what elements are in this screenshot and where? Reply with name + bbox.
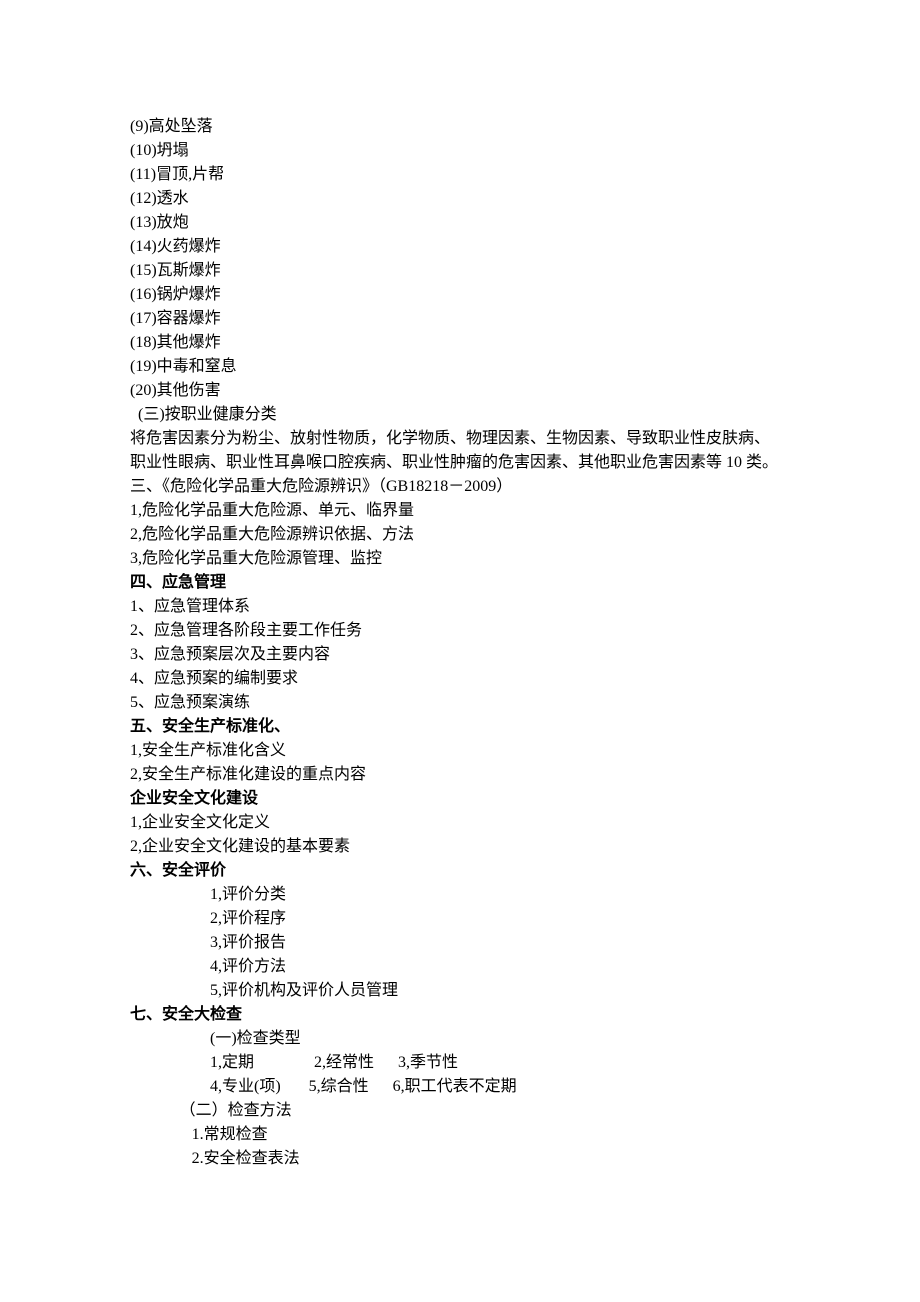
text-line: 1.常规检查 <box>130 1123 790 1147</box>
text-line: 1,安全生产标准化含义 <box>130 739 790 763</box>
text-line: 5,评价机构及评价人员管理 <box>130 979 790 1003</box>
text-line: (16)锅炉爆炸 <box>130 283 790 307</box>
text-line: 3,评价报告 <box>130 931 790 955</box>
text-line: 1,评价分类 <box>130 883 790 907</box>
text-line: (13)放炮 <box>130 211 790 235</box>
text-line: 七、安全大检查 <box>130 1003 790 1027</box>
text-line: (12)透水 <box>130 187 790 211</box>
text-line: 3,危险化学品重大危险源管理、监控 <box>130 547 790 571</box>
text-line: 职业性眼病、职业性耳鼻喉口腔疾病、职业性肿瘤的危害因素、其他职业危害因素等 10… <box>130 451 790 475</box>
text-line: 五、安全生产标准化、 <box>130 715 790 739</box>
text-line: 4、应急预案的编制要求 <box>130 667 790 691</box>
text-line: 1,企业安全文化定义 <box>130 811 790 835</box>
text-line: 1,危险化学品重大危险源、单元、临界量 <box>130 499 790 523</box>
text-line: 3、应急预案层次及主要内容 <box>130 643 790 667</box>
text-line: (11)冒顶,片帮 <box>130 163 790 187</box>
text-line: 1,定期 2,经常性 3,季节性 <box>130 1051 790 1075</box>
text-line: 1、应急管理体系 <box>130 595 790 619</box>
text-line: 2,评价程序 <box>130 907 790 931</box>
text-line: 三、《危险化学品重大危险源辨识》（GB18218－2009） <box>130 475 790 499</box>
text-line: 2,安全生产标准化建设的重点内容 <box>130 763 790 787</box>
text-line: (10)坍塌 <box>130 139 790 163</box>
text-line: 4,评价方法 <box>130 955 790 979</box>
text-line: （二）检查方法 <box>130 1099 790 1123</box>
text-line: (17)容器爆炸 <box>130 307 790 331</box>
text-line: (三)按职业健康分类 <box>130 403 790 427</box>
text-line: (19)中毒和窒息 <box>130 355 790 379</box>
text-line: 4,专业(项) 5,综合性 6,职工代表不定期 <box>130 1075 790 1099</box>
text-line: 企业安全文化建设 <box>130 787 790 811</box>
text-line: 2、应急管理各阶段主要工作任务 <box>130 619 790 643</box>
text-line: (一)检查类型 <box>130 1027 790 1051</box>
text-line: (9)高处坠落 <box>130 115 790 139</box>
text-line: 将危害因素分为粉尘、放射性物质，化学物质、物理因素、生物因素、导致职业性皮肤病、 <box>130 427 790 451</box>
text-line: 2,企业安全文化建设的基本要素 <box>130 835 790 859</box>
document-page: (9)高处坠落(10)坍塌(11)冒顶,片帮(12)透水(13)放炮(14)火药… <box>0 0 920 1231</box>
text-line: 六、安全评价 <box>130 859 790 883</box>
text-line: (20)其他伤害 <box>130 379 790 403</box>
text-line: 2.安全检查表法 <box>130 1147 790 1171</box>
text-line: (15)瓦斯爆炸 <box>130 259 790 283</box>
text-line: 2,危险化学品重大危险源辨识依据、方法 <box>130 523 790 547</box>
text-line: 5、应急预案演练 <box>130 691 790 715</box>
text-line: 四、应急管理 <box>130 571 790 595</box>
text-line: (14)火药爆炸 <box>130 235 790 259</box>
text-line: (18)其他爆炸 <box>130 331 790 355</box>
